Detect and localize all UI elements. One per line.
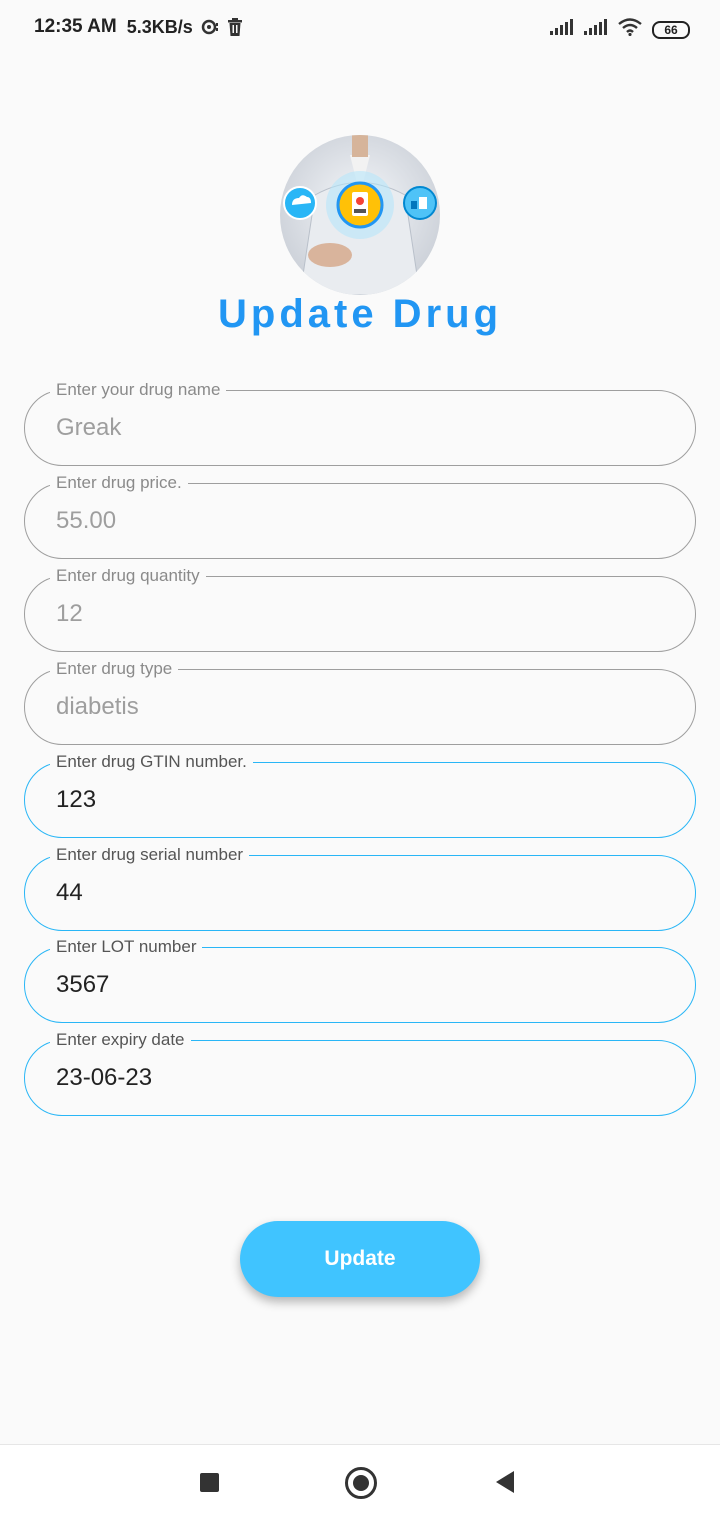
gtin-number-label: Enter drug GTIN number.: [50, 751, 253, 773]
back-icon[interactable]: [496, 1471, 514, 1493]
drug-name-label: Enter your drug name: [50, 379, 227, 401]
page-title: Update Drug: [218, 292, 502, 336]
lot-number-field[interactable]: Enter LOT number 3567: [24, 936, 696, 1023]
drug-quantity-label: Enter drug quantity: [50, 565, 206, 587]
drug-header-image: [280, 135, 440, 295]
drug-name-field[interactable]: Enter your drug name Greak: [24, 379, 696, 466]
recent-apps-icon[interactable]: [200, 1473, 219, 1492]
drug-type-field[interactable]: Enter drug type diabetis: [24, 658, 696, 745]
status-bar: 12:35 AM 5.3KB/s 66: [0, 0, 720, 56]
signal-2-icon: [584, 19, 608, 40]
drug-price-field[interactable]: Enter drug price. 55.00: [24, 472, 696, 559]
serial-number-label: Enter drug serial number: [50, 844, 250, 866]
update-button[interactable]: Update: [240, 1221, 480, 1297]
drug-type-label: Enter drug type: [50, 658, 179, 680]
drug-quantity-field[interactable]: Enter drug quantity 12: [24, 565, 696, 652]
home-icon[interactable]: [345, 1467, 377, 1499]
gtin-number-value[interactable]: 123: [56, 784, 96, 816]
drug-price-value[interactable]: 55.00: [56, 505, 116, 537]
drug-price-label: Enter drug price.: [50, 472, 188, 494]
trash-icon: [227, 18, 243, 36]
expiry-date-label: Enter expiry date: [50, 1029, 191, 1051]
serial-number-value[interactable]: 44: [56, 877, 83, 909]
expiry-date-field[interactable]: Enter expiry date 23-06-23: [24, 1029, 696, 1116]
lot-number-value[interactable]: 3567: [56, 969, 109, 1001]
drug-name-value[interactable]: Greak: [56, 412, 121, 444]
signal-1-icon: [550, 19, 574, 40]
battery-indicator: 66: [652, 20, 690, 39]
drug-type-value[interactable]: diabetis: [56, 691, 139, 723]
lot-number-label: Enter LOT number: [50, 936, 203, 958]
system-nav-bar: [0, 1444, 720, 1521]
sync-icon: [201, 19, 219, 35]
drug-quantity-value[interactable]: 12: [56, 598, 83, 630]
expiry-date-value[interactable]: 23-06-23: [56, 1062, 152, 1094]
gtin-number-field[interactable]: Enter drug GTIN number. 123: [24, 751, 696, 838]
status-time: 12:35 AM: [34, 16, 117, 37]
serial-number-field[interactable]: Enter drug serial number 44: [24, 844, 696, 931]
wifi-icon: [618, 18, 642, 41]
network-speed: 5.3KB/s: [126, 16, 193, 37]
